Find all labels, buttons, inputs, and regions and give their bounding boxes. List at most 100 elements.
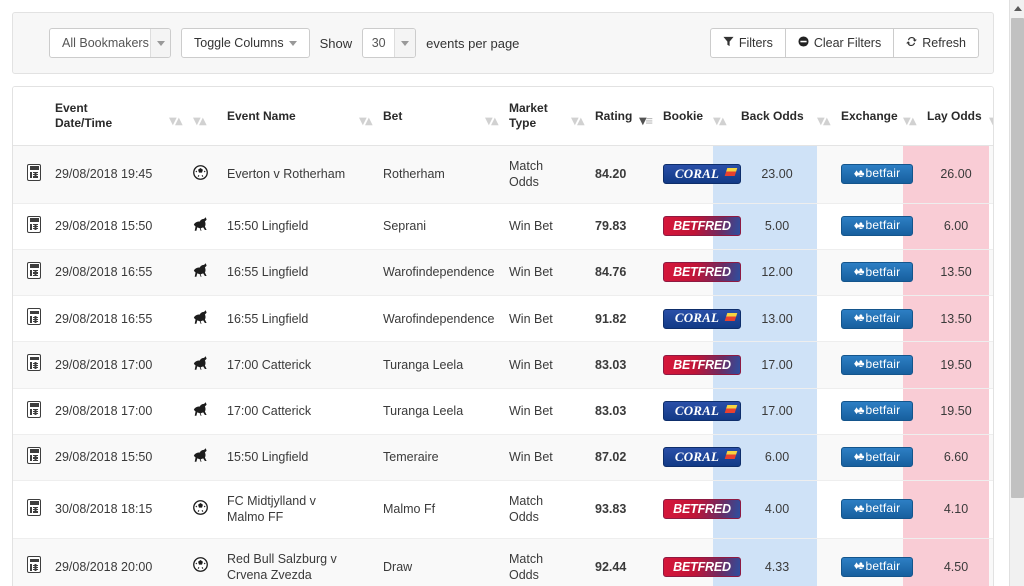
table-row[interactable]: 29/08/2018 20:00 Red Bull Salzburg v Crve… — [13, 538, 993, 586]
chevron-down-icon[interactable] — [394, 29, 416, 57]
calculator-icon[interactable] — [27, 556, 41, 574]
cell-spacer — [571, 203, 595, 250]
cell-calculator[interactable] — [13, 203, 55, 250]
cell-sport — [193, 295, 227, 343]
sort-toggle-bookie[interactable]: ▼ ▲ — [713, 87, 741, 146]
cell-calculator[interactable] — [13, 434, 55, 482]
cell-spacer — [169, 480, 193, 539]
cell-calculator[interactable] — [13, 480, 55, 539]
th-bet[interactable]: Bet — [383, 87, 485, 146]
cell-event-datetime: 29/08/2018 17:00 — [55, 341, 169, 389]
th-calc — [13, 87, 55, 146]
cell-spacer — [359, 203, 383, 250]
cell-event-datetime: 29/08/2018 20:00 — [55, 538, 169, 586]
cell-bet: Malmo Ff — [383, 480, 485, 539]
table-row[interactable]: 29/08/2018 17:00 17:00 Catterick Turanga L… — [13, 341, 993, 389]
cell-calculator[interactable] — [13, 388, 55, 435]
th-back-odds-label: Back Odds — [741, 108, 804, 123]
table-row[interactable]: 29/08/2018 15:50 15:50 Lingfield Seprani Wi… — [13, 203, 993, 250]
cell-spacer — [817, 203, 841, 250]
th-market-type[interactable]: Market Type — [509, 87, 571, 146]
cell-spacer — [485, 203, 509, 250]
betfair-logo: ♦♣ betfair — [841, 164, 913, 185]
sort-toggle-event-datetime[interactable]: ▼ ▲ — [169, 87, 193, 146]
calculator-icon[interactable] — [27, 261, 41, 279]
sort-toggle-back-odds[interactable]: ▼ ▲ — [817, 87, 841, 146]
cell-rating: 79.83 — [595, 203, 639, 250]
th-bookie[interactable]: Bookie — [663, 87, 713, 146]
bookmakers-select[interactable]: All Bookmakers — [49, 28, 171, 58]
table-row[interactable]: 30/08/2018 18:15 FC Midtjylland v Malmo F… — [13, 480, 993, 539]
cell-market-type: Win Bet — [509, 203, 571, 250]
cell-calculator[interactable] — [13, 341, 55, 389]
cell-sport — [193, 480, 227, 539]
cell-spacer — [169, 538, 193, 586]
th-event-name[interactable]: Event Name — [227, 87, 359, 146]
sort-toggle-sport[interactable]: ▼ ▲ — [193, 87, 227, 146]
cell-event-name: 15:50 Lingfield — [227, 203, 359, 250]
cell-market-type: Match Odds — [509, 480, 571, 539]
calculator-icon[interactable] — [27, 163, 41, 181]
chevron-down-icon[interactable] — [150, 29, 170, 57]
horse-racing-icon — [193, 448, 210, 465]
cell-lay-odds: 19.50 — [927, 341, 989, 389]
sort-toggle-rating[interactable]: ▼ ≡ — [639, 87, 663, 146]
calculator-icon[interactable] — [27, 446, 41, 464]
calculator-icon[interactable] — [27, 400, 41, 418]
scrollbar-thumb[interactable] — [1011, 18, 1024, 498]
cell-market-type: Win Bet — [509, 341, 571, 389]
page-size-select[interactable]: 30 — [362, 28, 417, 58]
cell-calculator[interactable] — [13, 249, 55, 297]
vertical-scrollbar[interactable] — [1009, 0, 1024, 586]
caret-down-icon — [288, 40, 297, 46]
clear-filters-button[interactable]: Clear Filters — [784, 28, 895, 58]
cell-exchange: ♦♣ betfair — [841, 434, 913, 482]
table-row[interactable]: 29/08/2018 16:55 16:55 Lingfield Warofinde… — [13, 295, 993, 343]
table-row[interactable]: 29/08/2018 19:45 Everton v Rotherham Rothe… — [13, 145, 993, 204]
calculator-icon[interactable] — [27, 308, 41, 325]
betfred-logo: BETFRED — [663, 499, 741, 520]
scroll-up-arrow-icon[interactable] — [1010, 0, 1024, 16]
th-exchange[interactable]: Exchange — [841, 87, 903, 146]
cell-spacer — [359, 388, 383, 435]
betfair-logo: ♦♣ betfair — [841, 216, 913, 237]
calculator-icon[interactable] — [27, 215, 41, 233]
cell-exchange: ♦♣ betfair — [841, 145, 913, 204]
cell-calculator[interactable] — [13, 295, 55, 343]
sort-toggle-lay-odds[interactable]: ▼▲ — [989, 87, 993, 146]
cell-event-name: Red Bull Salzburg v Crvena Zvezda — [227, 538, 359, 586]
filters-button[interactable]: Filters — [709, 28, 786, 58]
football-icon — [193, 499, 208, 518]
th-back-odds[interactable]: Back Odds — [741, 87, 817, 146]
cell-spacer — [989, 434, 993, 482]
cell-calculator[interactable] — [13, 538, 55, 586]
sort-toggle-market-type[interactable]: ▼ ▲ — [571, 87, 595, 146]
cell-calculator[interactable] — [13, 145, 55, 204]
calculator-icon[interactable] — [27, 498, 41, 516]
table-row[interactable]: 29/08/2018 16:55 16:55 Lingfield Warofinde… — [13, 249, 993, 297]
toggle-columns-button[interactable]: Toggle Columns — [181, 28, 310, 58]
cell-back-odds: 4.33 — [741, 538, 817, 586]
th-lay-odds[interactable]: Lay Odds — [927, 87, 989, 146]
table-row[interactable]: 29/08/2018 17:00 17:00 Catterick Turanga L… — [13, 388, 993, 435]
th-rating[interactable]: Rating — [595, 87, 639, 146]
refresh-button[interactable]: Refresh — [893, 28, 979, 58]
sort-toggle-event-name[interactable]: ▼ ▲ — [359, 87, 383, 146]
cell-sport — [193, 341, 227, 389]
minus-circle-icon — [798, 36, 809, 50]
table-row[interactable]: 29/08/2018 15:50 15:50 Lingfield Temeraire… — [13, 434, 993, 482]
betfair-logo: ♦♣ betfair — [841, 447, 913, 468]
coral-logo: CORAL — [663, 308, 741, 329]
calculator-icon[interactable] — [27, 354, 41, 372]
cell-spacer — [639, 203, 663, 250]
content-area: All Bookmakers Toggle Columns Show 30 ev… — [0, 0, 1010, 586]
cell-lay-odds: 6.00 — [927, 203, 989, 250]
th-rating-label: Rating — [595, 108, 633, 123]
table-header-row: Event Date/Time ▼ ▲ ▼ ▲ Event Name ▼ ▲ B… — [13, 87, 993, 146]
horse-racing-icon — [193, 355, 210, 373]
cell-spacer — [169, 295, 193, 343]
sort-toggle-exchange[interactable]: ▼ ▲ — [903, 87, 927, 146]
cell-lay-odds: 13.50 — [927, 249, 989, 297]
sort-toggle-bet[interactable]: ▼ ▲ — [485, 87, 509, 146]
th-event-datetime[interactable]: Event Date/Time — [55, 87, 169, 146]
